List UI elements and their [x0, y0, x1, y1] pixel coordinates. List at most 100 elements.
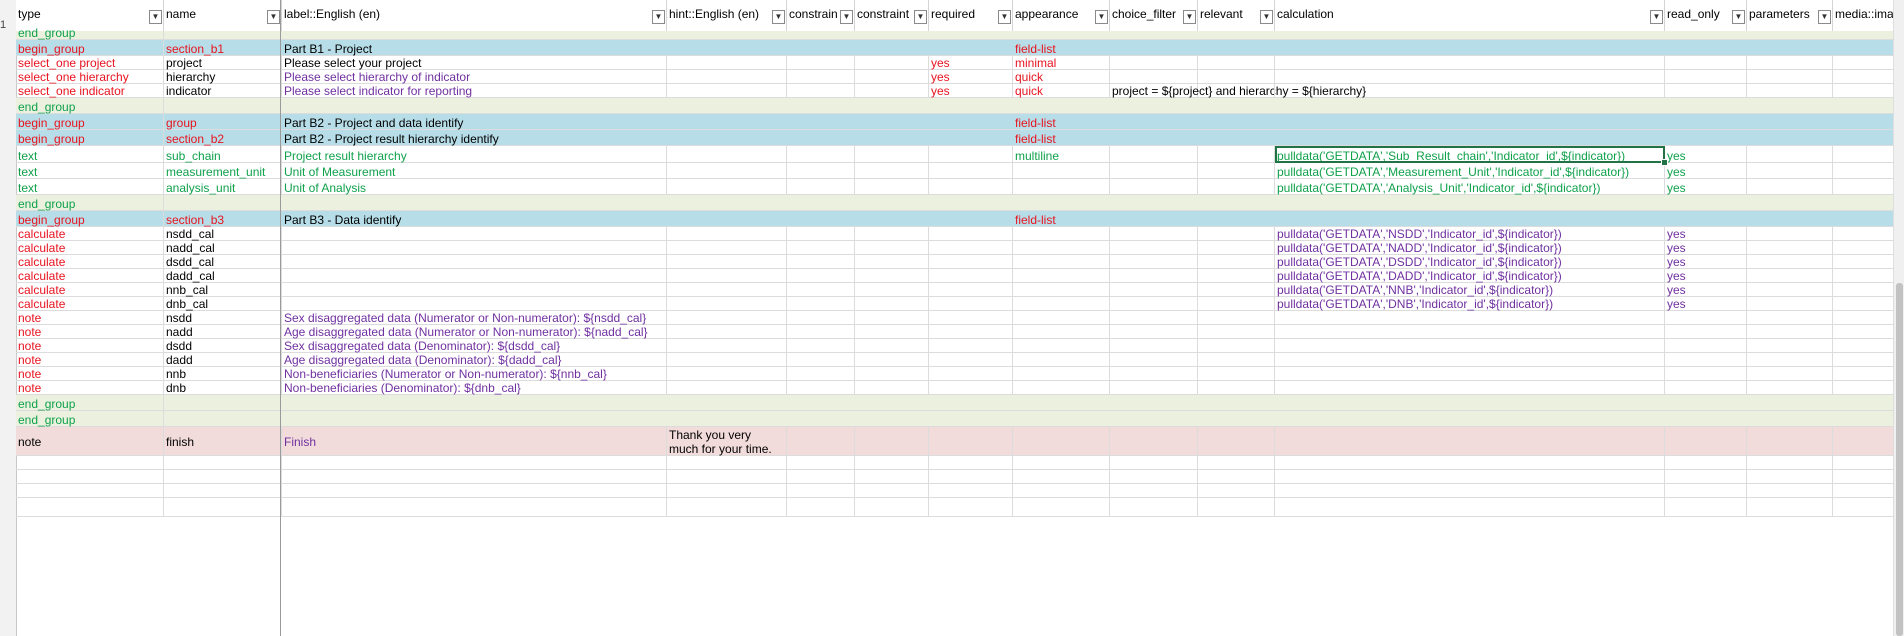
cell-read_only[interactable]: yes [1665, 179, 1747, 195]
cell-appearance[interactable] [1013, 283, 1110, 297]
cell-choice_filter[interactable] [1110, 70, 1198, 84]
cell-constraint_b[interactable] [855, 40, 929, 56]
cell-constraint_a[interactable] [787, 98, 855, 114]
cell-constraint_b[interactable] [855, 98, 929, 114]
cell-constraint_b[interactable] [855, 381, 929, 395]
cell-relevant[interactable] [1198, 98, 1275, 114]
cell-type[interactable]: text [16, 146, 164, 163]
cell-parameters[interactable] [1747, 367, 1833, 381]
filter-dropdown-icon[interactable]: ▼ [267, 10, 280, 24]
cell-appearance[interactable]: minimal [1013, 56, 1110, 70]
cell-constraint_b[interactable] [855, 395, 929, 411]
cell-media[interactable] [1833, 269, 1896, 283]
cell-name[interactable]: nadd [164, 325, 282, 339]
cell-constraint_b[interactable] [855, 195, 929, 211]
cell-hint[interactable] [667, 456, 787, 470]
cell-constraint_b[interactable] [855, 484, 929, 498]
cell-choice_filter[interactable] [1110, 367, 1198, 381]
cell-label[interactable]: Sex disaggregated data (Numerator or Non… [282, 311, 667, 325]
filter-dropdown-icon[interactable]: ▼ [1095, 10, 1108, 24]
cell-appearance[interactable] [1013, 353, 1110, 367]
cell-appearance[interactable] [1013, 311, 1110, 325]
cell-type[interactable]: note [16, 381, 164, 395]
cell-choice_filter[interactable] [1110, 195, 1198, 211]
cell-required[interactable] [929, 241, 1013, 255]
cell-calculation[interactable] [1275, 130, 1665, 146]
cell-constraint_b[interactable] [855, 211, 929, 227]
cell-constraint_a[interactable] [787, 146, 855, 163]
cell-required[interactable] [929, 40, 1013, 56]
row-number[interactable] [0, 114, 16, 130]
cell-media[interactable] [1833, 456, 1896, 470]
cell-relevant[interactable] [1198, 456, 1275, 470]
cell-read_only[interactable] [1665, 395, 1747, 411]
cell-calculation[interactable] [1275, 470, 1665, 484]
cell-required[interactable] [929, 255, 1013, 269]
cell-media[interactable] [1833, 353, 1896, 367]
cell-type[interactable]: end_group [16, 411, 164, 427]
cell-type[interactable]: begin_group [16, 114, 164, 130]
cell-hint[interactable] [667, 130, 787, 146]
cell-required[interactable] [929, 179, 1013, 195]
cell-parameters[interactable] [1747, 56, 1833, 70]
cell-label[interactable] [282, 498, 667, 517]
cell-label[interactable] [282, 98, 667, 114]
cell-constraint_a[interactable] [787, 84, 855, 98]
cell-read_only[interactable] [1665, 114, 1747, 130]
cell-type[interactable]: text [16, 179, 164, 195]
cell-name[interactable]: analysis_unit [164, 179, 282, 195]
cell-media[interactable] [1833, 130, 1896, 146]
cell-name[interactable]: dnb [164, 381, 282, 395]
cell-choice_filter[interactable] [1110, 31, 1198, 40]
cell-read_only[interactable]: yes [1665, 283, 1747, 297]
cell-parameters[interactable] [1747, 40, 1833, 56]
cell-required[interactable] [929, 195, 1013, 211]
cell-label[interactable]: Project result hierarchy [282, 146, 667, 163]
cell-constraint_a[interactable] [787, 40, 855, 56]
cell-name[interactable] [164, 195, 282, 211]
cell-read_only[interactable] [1665, 427, 1747, 456]
selected-cell[interactable]: pulldata('GETDATA','Sub_Result_chain','I… [1275, 146, 1665, 163]
cell-hint[interactable] [667, 255, 787, 269]
cell-constraint_a[interactable] [787, 70, 855, 84]
cell-constraint_b[interactable] [855, 427, 929, 456]
cell-required[interactable] [929, 31, 1013, 40]
cell-label[interactable] [282, 411, 667, 427]
row-number[interactable] [0, 255, 16, 269]
cell-hint[interactable] [667, 470, 787, 484]
cell-type[interactable]: note [16, 325, 164, 339]
row-number[interactable] [0, 498, 16, 517]
cell-constraint_a[interactable] [787, 339, 855, 353]
cell-parameters[interactable] [1747, 195, 1833, 211]
cell-calculation[interactable]: pulldata('GETDATA','DADD','Indicator_id'… [1275, 269, 1665, 283]
cell-required[interactable] [929, 353, 1013, 367]
cell-label[interactable]: Non-beneficiaries (Numerator or Non-nume… [282, 367, 667, 381]
cell-choice_filter[interactable] [1110, 427, 1198, 456]
cell-name[interactable]: dadd [164, 353, 282, 367]
cell-relevant[interactable] [1198, 395, 1275, 411]
row-number[interactable] [0, 40, 16, 56]
cell-constraint_b[interactable] [855, 31, 929, 40]
filter-dropdown-icon[interactable]: ▼ [914, 10, 927, 24]
filter-dropdown-icon[interactable]: ▼ [1650, 10, 1663, 24]
cell-choice_filter[interactable] [1110, 283, 1198, 297]
cell-read_only[interactable] [1665, 311, 1747, 325]
cell-appearance[interactable] [1013, 227, 1110, 241]
cell-parameters[interactable] [1747, 283, 1833, 297]
cell-constraint_b[interactable] [855, 163, 929, 179]
cell-constraint_b[interactable] [855, 470, 929, 484]
cell-label[interactable]: Part B2 - Project and data identify [282, 114, 667, 130]
cell-media[interactable] [1833, 339, 1896, 353]
cell-constraint_a[interactable] [787, 31, 855, 40]
cell-read_only[interactable]: yes [1665, 241, 1747, 255]
cell-hint[interactable] [667, 311, 787, 325]
cell-calculation[interactable] [1275, 339, 1665, 353]
cell-label[interactable]: Part B1 - Project [282, 40, 667, 56]
cell-read_only[interactable]: yes [1665, 269, 1747, 283]
cell-calculation[interactable]: pulldata('GETDATA','NSDD','Indicator_id'… [1275, 227, 1665, 241]
cell-media[interactable] [1833, 211, 1896, 227]
cell-hint[interactable] [667, 31, 787, 40]
cell-read_only[interactable] [1665, 367, 1747, 381]
cell-relevant[interactable] [1198, 325, 1275, 339]
cell-constraint_a[interactable] [787, 456, 855, 470]
